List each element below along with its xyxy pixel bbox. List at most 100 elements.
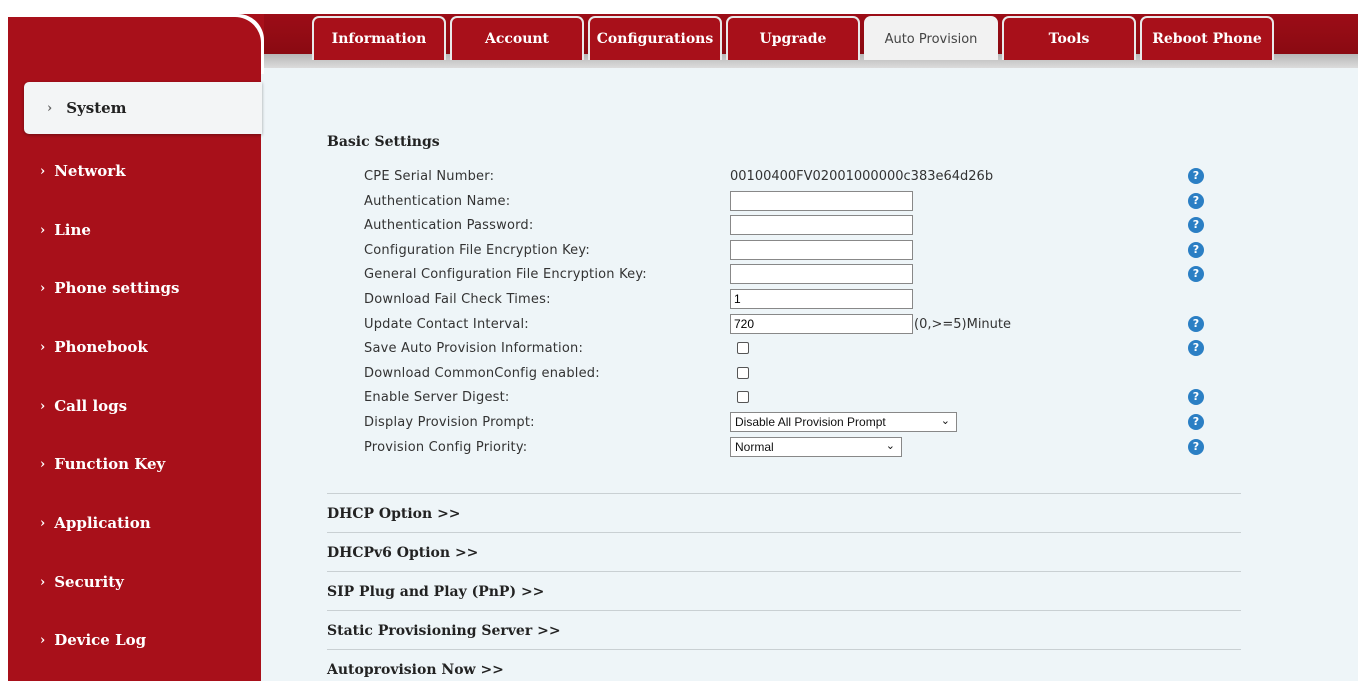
chevron-right-icon: › — [40, 632, 46, 648]
chevron-right-icon: › — [40, 339, 46, 355]
setting-label: Authentication Password: — [364, 218, 534, 233]
tab-information[interactable]: Information — [312, 16, 446, 60]
section-sip-plug-and-play-pnp[interactable]: SIP Plug and Play (PnP) >> — [327, 571, 1241, 609]
chevron-right-icon: › — [40, 163, 46, 179]
setting-row-authentication-password: Authentication Password:? — [261, 215, 1261, 239]
help-icon[interactable]: ? — [1188, 266, 1204, 282]
setting-row-general-configuration-file-encryption-key: General Configuration File Encryption Ke… — [261, 264, 1261, 288]
display-provision-prompt-select[interactable]: Disable All Provision Prompt ⌄ — [730, 412, 957, 432]
chevron-right-icon: › — [40, 222, 46, 238]
help-icon[interactable]: ? — [1188, 414, 1204, 430]
sidebar-item-line[interactable]: › Line — [8, 201, 261, 259]
setting-row-display-provision-prompt: Display Provision Prompt: Disable All Pro… — [261, 412, 1261, 436]
download-commonconfig-enabled-checkbox[interactable] — [737, 367, 749, 379]
setting-row-update-contact-interval: Update Contact Interval: (0,>=5)Minute? — [261, 314, 1261, 338]
setting-label: Display Provision Prompt: — [364, 415, 535, 430]
setting-label: Update Contact Interval: — [364, 317, 529, 332]
tab-tools[interactable]: Tools — [1002, 16, 1136, 60]
sidebar-item-system[interactable]: › System — [24, 82, 262, 134]
sidebar-item-label: Application — [54, 514, 151, 532]
help-icon[interactable]: ? — [1188, 168, 1204, 184]
help-icon[interactable]: ? — [1188, 439, 1204, 455]
setting-label: Download CommonConfig enabled: — [364, 366, 600, 381]
sidebar-item-label: Phone settings — [54, 279, 180, 297]
section-dhcp-option[interactable]: DHCP Option >> — [327, 493, 1241, 531]
setting-row-enable-server-digest: Enable Server Digest:? — [261, 387, 1261, 411]
tab-reboot-phone[interactable]: Reboot Phone — [1140, 16, 1274, 60]
sidebar-item-label: Function Key — [54, 455, 166, 473]
setting-row-configuration-file-encryption-key: Configuration File Encryption Key:? — [261, 240, 1261, 264]
setting-label: Enable Server Digest: — [364, 390, 510, 405]
sidebar-item-phone-settings[interactable]: › Phone settings — [8, 259, 261, 317]
help-icon[interactable]: ? — [1188, 389, 1204, 405]
provision-config-priority-select[interactable]: Normal ⌄ — [730, 437, 902, 457]
section-static-provisioning-server[interactable]: Static Provisioning Server >> — [327, 610, 1241, 648]
tab-auto-provision[interactable]: Auto Provision — [864, 16, 998, 60]
help-icon[interactable]: ? — [1188, 316, 1204, 332]
sidebar-item-application[interactable]: › Application — [8, 494, 261, 552]
chevron-down-icon: ⌄ — [940, 415, 950, 427]
tab-configurations[interactable]: Configurations — [588, 16, 722, 60]
setting-label: Provision Config Priority: — [364, 440, 528, 455]
main-content: Basic Settings CPE Serial Number: 0010040… — [261, 68, 1358, 681]
chevron-right-icon: › — [40, 574, 46, 590]
sidebar-item-label: Device Log — [54, 631, 147, 649]
tab-upgrade[interactable]: Upgrade — [726, 16, 860, 60]
setting-row-save-auto-provision-information: Save Auto Provision Information:? — [261, 338, 1261, 362]
setting-label: Authentication Name: — [364, 194, 511, 209]
sidebar-item-label: Phonebook — [54, 338, 148, 356]
setting-row-cpe-serial-number: CPE Serial Number: 00100400FV02001000000c… — [261, 166, 1261, 190]
sidebar: › System › Network › Line › Phone settings › Phon… — [8, 68, 262, 681]
main-tabs: Information Account Configurations Upgrade A… — [312, 16, 1274, 64]
top-bar: Information Account Configurations Upgrade A… — [8, 14, 1358, 74]
sidebar-item-label: Network — [54, 162, 126, 180]
sidebar-item-function-key[interactable]: › Function Key — [8, 435, 261, 493]
help-icon[interactable]: ? — [1188, 193, 1204, 209]
select-value: Disable All Provision Prompt — [735, 415, 886, 429]
download-fail-check-times-input[interactable] — [730, 289, 913, 309]
general-configuration-file-encryption-key-input[interactable] — [730, 264, 913, 284]
update-contact-interval-input[interactable] — [730, 314, 913, 334]
basic-settings-title: Basic Settings — [327, 134, 440, 150]
enable-server-digest-checkbox[interactable] — [737, 391, 749, 403]
setting-label: Download Fail Check Times: — [364, 292, 551, 307]
serial-number-value: 00100400FV02001000000c383e64d26b — [730, 169, 994, 184]
sidebar-item-device-log[interactable]: › Device Log — [8, 611, 261, 669]
sidebar-item-label: Security — [54, 573, 124, 591]
help-icon[interactable]: ? — [1188, 340, 1204, 356]
brand-corner — [8, 14, 264, 74]
setting-label: Save Auto Provision Information: — [364, 341, 584, 356]
authentication-name-input[interactable] — [730, 191, 913, 211]
sidebar-item-network[interactable]: › Network — [8, 142, 261, 200]
sidebar-item-phonebook[interactable]: › Phonebook — [8, 318, 261, 376]
setting-label: General Configuration File Encryption Ke… — [364, 267, 647, 282]
authentication-password-input[interactable] — [730, 215, 913, 235]
configuration-file-encryption-key-input[interactable] — [730, 240, 913, 260]
setting-label: Configuration File Encryption Key: — [364, 243, 590, 258]
select-value: Normal — [735, 440, 774, 454]
unit-hint: (0,>=5)Minute — [914, 317, 1012, 332]
sidebar-item-label: Line — [54, 221, 91, 239]
section-dhcpv6-option[interactable]: DHCPv6 Option >> — [327, 532, 1241, 570]
section-autoprovision-now[interactable]: Autoprovision Now >> — [327, 649, 1241, 681]
save-auto-provision-information-checkbox[interactable] — [737, 342, 749, 354]
sidebar-item-call-logs[interactable]: › Call logs — [8, 377, 261, 435]
sidebar-item-label: Call logs — [54, 397, 128, 415]
setting-row-download-fail-check-times: Download Fail Check Times: — [261, 289, 1261, 313]
chevron-right-icon: › — [40, 398, 46, 414]
sidebar-item-label: System — [66, 99, 127, 117]
setting-row-provision-config-priority: Provision Config Priority: Normal ⌄? — [261, 437, 1261, 461]
setting-row-download-commonconfig-enabled: Download CommonConfig enabled: — [261, 363, 1261, 387]
chevron-right-icon: › — [40, 280, 46, 296]
help-icon[interactable]: ? — [1188, 217, 1204, 233]
chevron-right-icon: › — [40, 515, 46, 531]
tab-account[interactable]: Account — [450, 16, 584, 60]
help-icon[interactable]: ? — [1188, 242, 1204, 258]
app-window: Information Account Configurations Upgrade A… — [8, 14, 1358, 681]
setting-row-authentication-name: Authentication Name:? — [261, 191, 1261, 215]
chevron-right-icon: › — [40, 456, 46, 472]
chevron-right-icon: › — [47, 100, 53, 116]
sidebar-item-security[interactable]: › Security — [8, 553, 261, 611]
setting-label: CPE Serial Number: — [364, 169, 495, 184]
chevron-down-icon: ⌄ — [885, 440, 895, 452]
